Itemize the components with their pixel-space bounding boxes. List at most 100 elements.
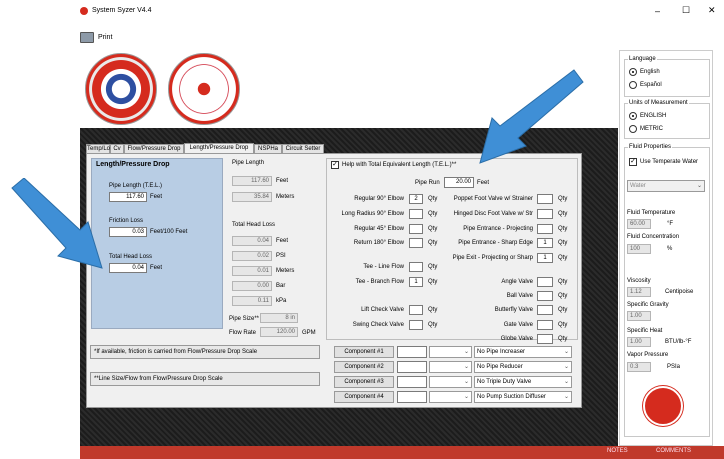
- pipe-length-input[interactable]: 117.60: [109, 192, 147, 202]
- viscosity-value: 1.12: [627, 287, 651, 297]
- fitting-label: Return 180° Elbow: [353, 240, 404, 246]
- chevron-down-icon: ⌄: [563, 379, 569, 385]
- fitting-qty-input[interactable]: [409, 305, 423, 315]
- fitting-qty-input[interactable]: 1: [409, 277, 423, 287]
- head-loss-value: 0.04: [232, 236, 272, 246]
- fitting-qty-input[interactable]: [537, 291, 553, 301]
- pipe-length-heading: Pipe Length: [232, 160, 265, 166]
- component-button[interactable]: Component #3: [334, 376, 394, 388]
- component-value-input[interactable]: [397, 346, 427, 358]
- component-type-select[interactable]: No Pipe Increaser ⌄: [474, 346, 572, 358]
- component-button[interactable]: Component #4: [334, 391, 394, 403]
- fluid-temp-label: Fluid Temperature: [627, 210, 676, 216]
- fitting-label: Gate Valve: [503, 322, 533, 328]
- qty-label: Qty: [428, 307, 438, 313]
- fitting-qty-input[interactable]: [537, 209, 553, 219]
- fitting-label: Ball Valve: [506, 293, 533, 299]
- lang-english-radio[interactable]: [629, 68, 637, 76]
- fitting-qty-input[interactable]: 1: [537, 238, 553, 248]
- fitting-qty-input[interactable]: 1: [537, 253, 553, 263]
- pipe-length-meters-value: 35.84: [232, 192, 272, 202]
- scale-disk-red-icon: [85, 53, 157, 125]
- fluid-select[interactable]: Water ⌄: [627, 180, 705, 192]
- heat-label: Specific Heat: [627, 328, 663, 334]
- component-value-input[interactable]: [397, 376, 427, 388]
- unit-metric-radio[interactable]: [629, 125, 637, 133]
- component-type-select[interactable]: No Pump Suction Diffuser ⌄: [474, 391, 572, 403]
- line-size-note: **Line Size/Flow from Flow/Pressure Drop…: [90, 372, 320, 386]
- pipe-run-input[interactable]: 20.00: [444, 177, 474, 188]
- head-loss-value: 0.02: [232, 251, 272, 261]
- maximize-button[interactable]: ☐: [682, 5, 690, 16]
- pipe-length-feet-value: 117.60: [232, 176, 272, 186]
- component-button[interactable]: Component #1: [334, 346, 394, 358]
- friction-loss-input[interactable]: 0.03: [109, 227, 147, 237]
- qty-label: Qty: [428, 240, 438, 246]
- component-button[interactable]: Component #2: [334, 361, 394, 373]
- component-option-text: No Pump Suction Diffuser: [477, 394, 546, 400]
- component-size-select[interactable]: ⌄: [429, 391, 472, 403]
- friction-loss-label: Friction Loss: [109, 218, 144, 224]
- unit-metric-label: METRIC: [640, 126, 663, 132]
- unit-english-radio[interactable]: [629, 112, 637, 120]
- component-value-input[interactable]: [397, 391, 427, 403]
- fitting-qty-input[interactable]: 2: [409, 194, 423, 204]
- fitting-qty-input[interactable]: [537, 277, 553, 287]
- fluid-temp-unit: °F: [667, 221, 674, 227]
- comments-link[interactable]: COMMENTS: [656, 448, 691, 454]
- fitting-label: Lift Check Valve: [361, 307, 404, 313]
- fitting-qty-input[interactable]: [537, 320, 553, 330]
- component-size-select[interactable]: ⌄: [429, 361, 472, 373]
- component-type-select[interactable]: No Pipe Reducer ⌄: [474, 361, 572, 373]
- total-head-loss-input[interactable]: 0.04: [109, 263, 147, 273]
- fitting-qty-input[interactable]: [409, 224, 423, 234]
- qty-label: Qty: [558, 255, 568, 261]
- viscosity-unit: Centipoise: [665, 289, 694, 295]
- fluid-temp-value: 60.00: [627, 219, 651, 229]
- close-button[interactable]: ✕: [708, 5, 716, 16]
- fitting-label: Butterfly Valve: [494, 307, 533, 313]
- fitting-qty-input[interactable]: [409, 209, 423, 219]
- qty-label: Qty: [558, 322, 568, 328]
- annotation-arrow-left-icon: [11, 178, 103, 269]
- fitting-qty-input[interactable]: [537, 305, 553, 315]
- component-size-select[interactable]: ⌄: [429, 376, 472, 388]
- component-value-input[interactable]: [397, 361, 427, 373]
- vapor-unit: PSIa: [667, 364, 681, 370]
- units-title: Units of Measurement: [628, 100, 689, 106]
- flow-rate-unit: GPM: [302, 330, 316, 336]
- pipe-run-unit: Feet: [477, 180, 490, 186]
- print-label: Print: [98, 34, 113, 41]
- fitting-qty-input[interactable]: [409, 320, 423, 330]
- qty-label: Qty: [428, 322, 438, 328]
- fitting-qty-input[interactable]: [537, 194, 553, 204]
- qty-label: Qty: [558, 240, 568, 246]
- use-temperate-checkbox[interactable]: ✓: [629, 158, 637, 166]
- qty-label: Qty: [558, 196, 568, 202]
- lang-spanish-radio[interactable]: [629, 81, 637, 89]
- fitting-qty-input[interactable]: [409, 238, 423, 248]
- fitting-label: Regular 45° Elbow: [354, 226, 404, 232]
- minimize-button[interactable]: –: [655, 6, 660, 16]
- chevron-down-icon: ⌄: [463, 394, 469, 400]
- viscosity-label: Viscosity: [627, 278, 651, 284]
- tel-help-checkbox[interactable]: ✓: [331, 161, 339, 169]
- component-option-text: No Pipe Increaser: [477, 349, 526, 355]
- fitting-label: Hinged Disc Foot Valve w/ Str: [453, 211, 533, 217]
- total-head-loss-unit: Feet: [150, 265, 163, 271]
- fitting-label: Pipe Exit - Projecting or Sharp: [452, 255, 533, 261]
- chevron-down-icon: ⌄: [463, 349, 469, 355]
- length-pressure-drop-panel: Length/Pressure Drop Pipe Length (T.E.L.…: [91, 158, 223, 329]
- component-type-select[interactable]: No Triple Duty Valve ⌄: [474, 376, 572, 388]
- pipe-length-label: Pipe Length (T.E.L.): [109, 183, 163, 189]
- fitting-qty-input[interactable]: [409, 262, 423, 272]
- fitting-qty-input[interactable]: [537, 334, 553, 344]
- qty-label: Qty: [558, 279, 568, 285]
- pipe-size-label: Pipe Size**: [229, 316, 260, 322]
- component-size-select[interactable]: ⌄: [429, 346, 472, 358]
- fitting-qty-input[interactable]: [537, 224, 553, 234]
- qty-label: Qty: [558, 293, 568, 299]
- print-button[interactable]: Print: [80, 30, 120, 46]
- head-loss-unit: Bar: [276, 283, 286, 289]
- notes-link[interactable]: NOTES: [607, 448, 628, 454]
